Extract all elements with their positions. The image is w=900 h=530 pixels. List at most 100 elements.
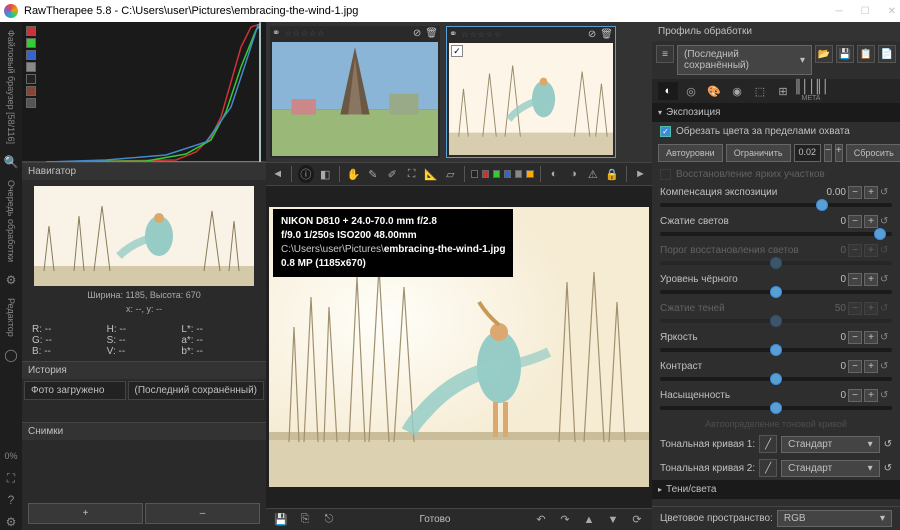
wb-picker-icon[interactable]: ✐ — [385, 165, 400, 183]
profile-mode-icon[interactable]: ≡ — [656, 45, 674, 63]
straighten-icon[interactable]: 📐 — [423, 165, 438, 183]
preview-red[interactable] — [482, 170, 489, 178]
slider-2-minus[interactable]: − — [848, 244, 862, 257]
next-icon[interactable]: ▼ — [604, 511, 622, 529]
slider-5-reset[interactable]: ↺ — [880, 332, 892, 343]
slider-6-plus[interactable]: + — [864, 360, 878, 373]
aperture-icon[interactable]: ◯ — [3, 347, 19, 363]
preview-blue[interactable] — [504, 170, 511, 178]
curve2-type-icon[interactable]: ╱ — [759, 459, 777, 477]
profile-save-icon[interactable]: 💾 — [836, 45, 854, 63]
hist-chroma-toggle[interactable] — [26, 86, 36, 96]
snapshot-add-button[interactable]: + — [28, 503, 143, 524]
hist-green-toggle[interactable] — [26, 38, 36, 48]
hist-lum-toggle[interactable] — [26, 62, 36, 72]
tab-editor[interactable]: Редактор — [6, 294, 16, 341]
settings-icon[interactable]: ⚙ — [3, 514, 19, 530]
slider-2-plus[interactable]: + — [864, 244, 878, 257]
slider-7-plus[interactable]: + — [864, 389, 878, 402]
clip-button[interactable]: Ограничить — [726, 144, 791, 162]
selected-check[interactable]: ✓ — [451, 45, 463, 57]
slider-4-plus[interactable]: + — [864, 302, 878, 315]
slider-7-minus[interactable]: − — [848, 389, 862, 402]
thumbnail-1[interactable]: ⚭ ☆☆☆☆☆ ⊘ 🗑 — [270, 26, 440, 158]
prev-icon[interactable]: ▲ — [580, 511, 598, 529]
preview-off[interactable] — [471, 170, 478, 178]
curve2-select[interactable]: Стандарт▾ — [781, 460, 879, 477]
slider-6-reset[interactable]: ↺ — [880, 361, 892, 372]
crop-icon[interactable]: ⛶ — [404, 165, 419, 183]
snapshot-remove-button[interactable]: – — [145, 503, 260, 524]
slider-0-minus[interactable]: − — [848, 186, 862, 199]
curve1-type-icon[interactable]: ╱ — [759, 435, 777, 453]
preview-lum[interactable] — [515, 170, 522, 178]
auto-tone-curve[interactable]: Автоопределение тоновой кривой — [652, 416, 900, 432]
autolevels-button[interactable]: Автоуровни — [658, 144, 723, 162]
curve2-reset[interactable]: ↺ — [884, 463, 892, 474]
hlr-checkbox[interactable] — [660, 169, 671, 180]
tab-exposure-icon[interactable]: ◐ — [658, 82, 678, 100]
slider-1-minus[interactable]: − — [848, 215, 862, 228]
queue-icon[interactable]: ⚙ — [3, 272, 19, 288]
warning-icon[interactable]: ⚠ — [585, 165, 600, 183]
rotate-left-icon[interactable]: ↶ — [532, 511, 550, 529]
clip-checkbox[interactable]: ✓ — [660, 126, 671, 137]
slider-1-reset[interactable]: ↺ — [880, 216, 892, 227]
preview-focus[interactable] — [526, 170, 533, 178]
reset-button[interactable]: Сбросить — [846, 144, 900, 162]
queue-add-icon[interactable]: ⎘ — [296, 511, 314, 529]
profile-open-icon[interactable]: 📂 — [815, 45, 833, 63]
trash-icon[interactable]: 🗑 — [425, 28, 438, 39]
histogram[interactable] — [22, 22, 266, 162]
shadow-clip-icon[interactable]: ◐ — [546, 165, 561, 183]
percent-icon[interactable]: 0% — [3, 448, 19, 464]
clip-plus[interactable]: + — [835, 144, 843, 162]
shadows-section[interactable]: ▸Тени/света — [652, 480, 900, 499]
slider-3-minus[interactable]: − — [848, 273, 862, 286]
slider-2-reset[interactable]: ↺ — [880, 245, 892, 256]
hist-red-toggle[interactable] — [26, 26, 36, 36]
link-icon[interactable]: ⚭ — [272, 28, 280, 39]
slider-7-track[interactable] — [660, 406, 892, 410]
slider-0-reset[interactable]: ↺ — [880, 187, 892, 198]
tab-detail-icon[interactable]: ◎ — [681, 82, 701, 100]
arrow-right-icon[interactable]: ► — [633, 165, 648, 183]
slider-5-track[interactable] — [660, 348, 892, 352]
maximize-button[interactable]: ☐ — [861, 6, 870, 17]
slider-2-track[interactable] — [660, 261, 892, 265]
tab-meta[interactable]: ║││║│META — [796, 82, 826, 100]
fx-icon[interactable]: ⛶ — [3, 470, 19, 486]
tab-advanced-icon[interactable]: ◉ — [727, 82, 747, 100]
thumbnail-2[interactable]: ⚭ ☆☆☆☆☆ ⊘ 🗑 ✓ — [446, 26, 616, 158]
info-icon[interactable]: ⓘ — [298, 165, 313, 183]
unrate-icon[interactable]: ⊘ — [413, 28, 421, 39]
tab-browser[interactable]: Файловый браузер [58/116] — [6, 26, 16, 148]
perspective-icon[interactable]: ▱ — [443, 165, 458, 183]
clip-minus[interactable]: − — [824, 144, 832, 162]
hist-raw-toggle[interactable] — [26, 74, 36, 84]
slider-1-plus[interactable]: + — [864, 215, 878, 228]
tab-queue[interactable]: Очередь обработки — [6, 176, 16, 266]
rating-stars[interactable]: ☆☆☆☆☆ — [461, 30, 502, 39]
tab-transform-icon[interactable]: ⬚ — [750, 82, 770, 100]
trash-icon[interactable]: 🗑 — [600, 29, 613, 40]
slider-4-minus[interactable]: − — [848, 302, 862, 315]
arrow-left-icon[interactable]: ◄ — [270, 165, 285, 183]
navigator-image[interactable] — [34, 186, 254, 286]
minimize-button[interactable]: ─ — [836, 6, 843, 17]
slider-4-track[interactable] — [660, 319, 892, 323]
history-item[interactable]: Фото загружено — [24, 381, 126, 400]
curve1-reset[interactable]: ↺ — [884, 439, 892, 450]
curve1-select[interactable]: Стандарт▾ — [781, 436, 879, 453]
slider-3-track[interactable] — [660, 290, 892, 294]
slider-6-minus[interactable]: − — [848, 360, 862, 373]
hist-blue-toggle[interactable] — [26, 50, 36, 60]
slider-7-reset[interactable]: ↺ — [880, 390, 892, 401]
unrate-icon[interactable]: ⊘ — [588, 29, 596, 40]
highlight-clip-icon[interactable]: ◑ — [566, 165, 581, 183]
link-icon[interactable]: ⚭ — [449, 29, 457, 40]
sync-icon[interactable]: ⟳ — [628, 511, 646, 529]
slider-3-plus[interactable]: + — [864, 273, 878, 286]
rotate-right-icon[interactable]: ↷ — [556, 511, 574, 529]
external-icon[interactable]: ⎋ — [320, 511, 338, 529]
